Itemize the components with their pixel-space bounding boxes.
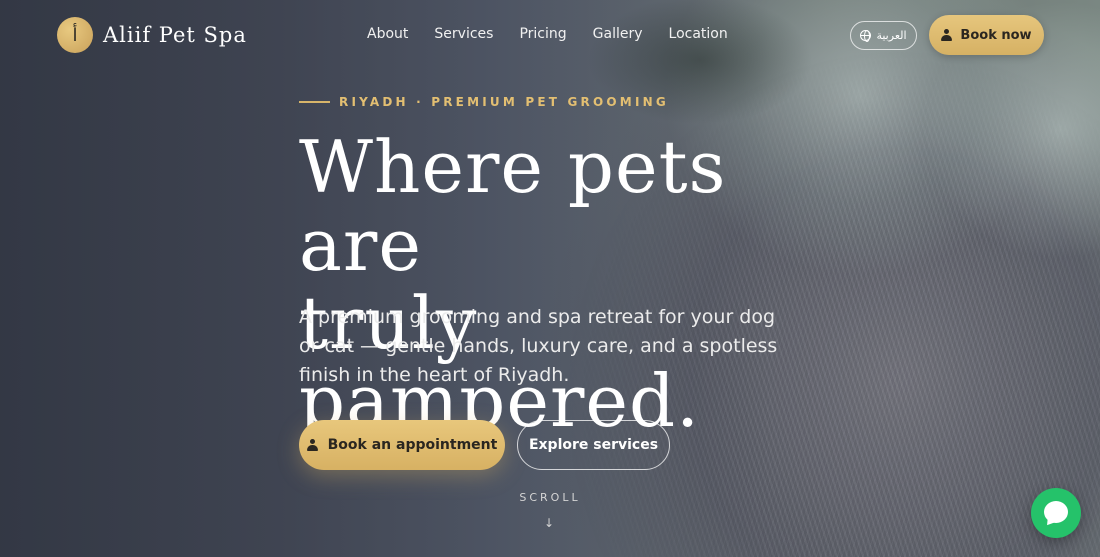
nav-item-pricing[interactable]: Pricing [519,26,566,42]
explore-services-label: Explore services [528,437,659,453]
nav-item-about[interactable]: About [367,26,408,42]
person-icon [306,439,318,451]
brand-name: Aliif Pet Spa [103,23,247,47]
scroll-indicator-label[interactable]: SCROLL [510,491,590,504]
nav-item-services[interactable]: Services [434,26,493,42]
book-appointment-button[interactable]: Book an appointment [299,420,505,470]
site-header: أ Aliif Pet Spa About Services Pricing G… [0,0,1100,70]
nav-item-location[interactable]: Location [669,26,728,42]
hero-subtitle: A premium grooming and spa retreat for y… [299,306,778,386]
headline-line-1: Where pets are [299,125,727,287]
explore-services-button[interactable]: Explore services [517,420,670,470]
book-appointment-label: Book an appointment [327,437,498,453]
logo-mark-icon: أ [57,17,93,53]
chat-button[interactable] [1031,488,1081,538]
brand-logo[interactable]: أ Aliif Pet Spa [57,17,247,53]
language-switch-button[interactable]: العربية [850,21,917,50]
hero-headline: Where pets are truly pampered. [299,128,859,440]
eyebrow-divider [299,101,330,103]
person-icon [941,29,953,41]
arrow-down-icon[interactable]: ↓ [543,516,555,530]
book-now-button[interactable]: Book now [929,15,1044,55]
main-nav: About Services Pricing Gallery Location [367,26,728,42]
hero-eyebrow: RIYADH · PREMIUM PET GROOMING [299,95,669,109]
chat-bubble-icon [1044,501,1068,523]
nav-item-gallery[interactable]: Gallery [593,26,643,42]
book-now-label: Book now [960,27,1032,43]
eyebrow-text: RIYADH · PREMIUM PET GROOMING [339,95,669,109]
language-label: العربية [876,29,907,42]
globe-icon [860,30,872,42]
